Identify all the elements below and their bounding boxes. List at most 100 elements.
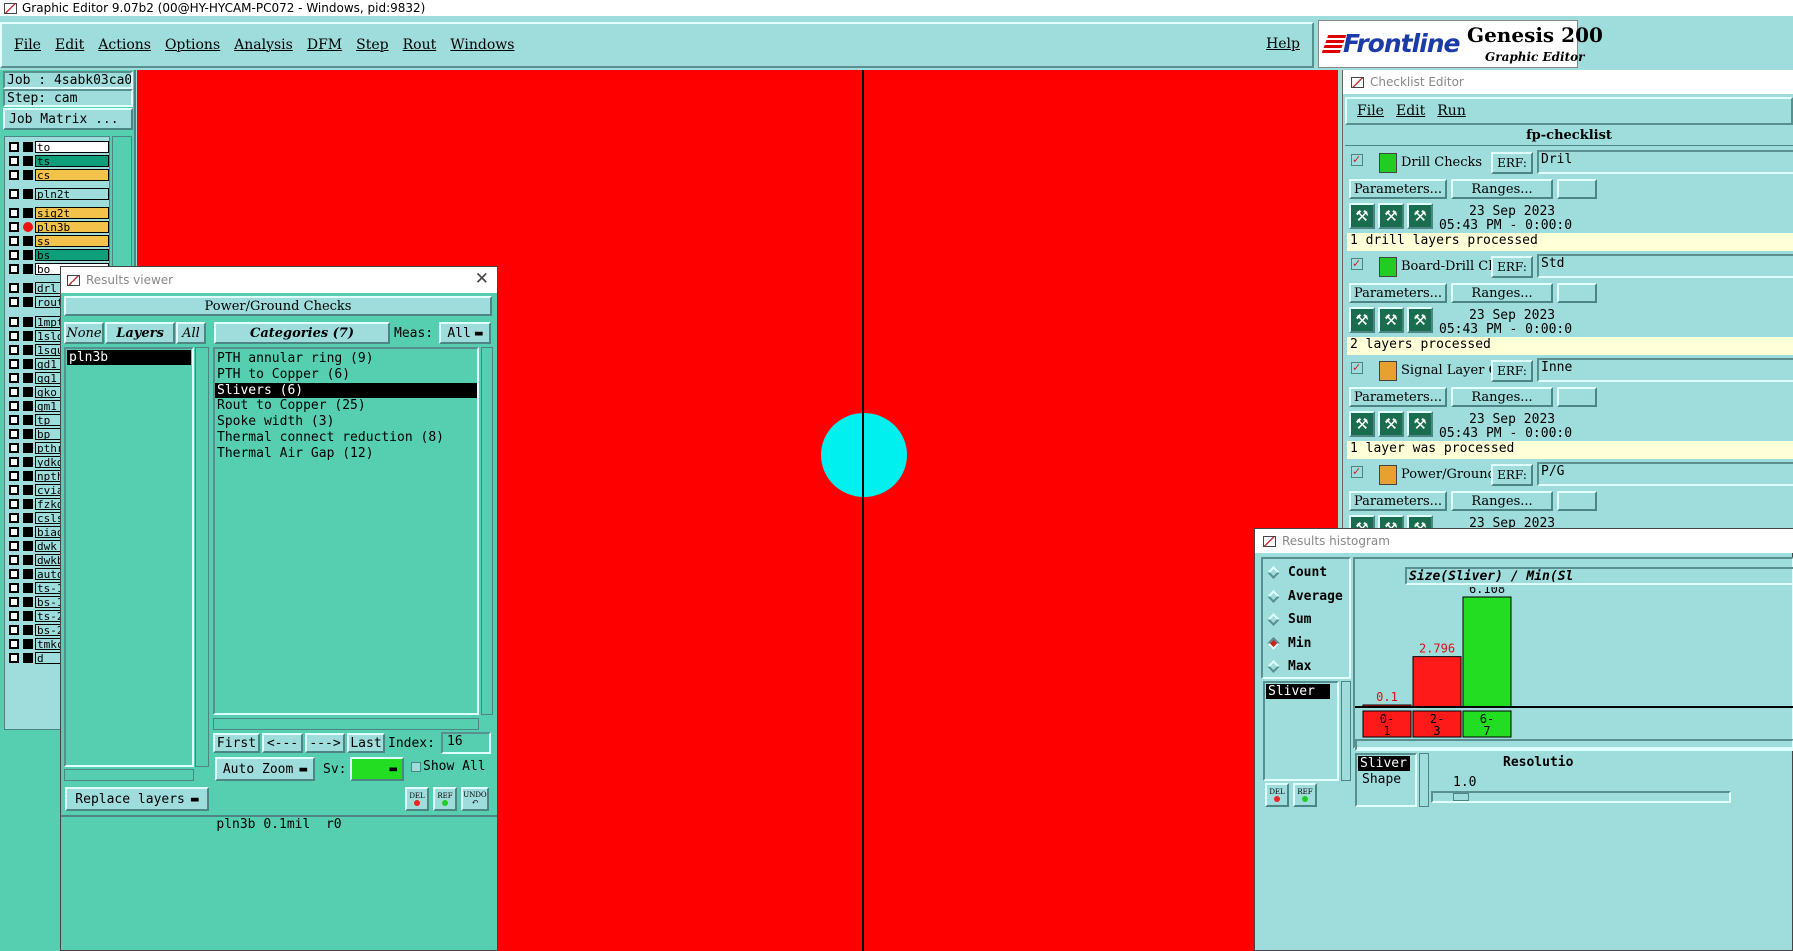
ranges-button[interactable]: Ranges... [1451, 387, 1553, 407]
replace-layers-dropdown[interactable]: Replace layers ▬ [65, 787, 209, 811]
category-item[interactable]: Slivers (6) [215, 382, 477, 399]
category-item[interactable]: Rout to Copper (25) [215, 398, 477, 414]
menu-windows[interactable]: Windows [450, 37, 514, 53]
run-action-icon[interactable]: ⚒ [1349, 203, 1375, 229]
layers-none-button[interactable]: None [64, 322, 104, 344]
stat-option-min[interactable]: Min [1267, 636, 1311, 651]
check-extra-button[interactable] [1557, 179, 1597, 199]
layer-checkbox[interactable] [9, 568, 19, 579]
menu-options[interactable]: Options [165, 37, 220, 53]
category-item[interactable]: Thermal Air Gap (12) [215, 446, 477, 462]
stat-option-count[interactable]: Count [1267, 565, 1327, 580]
resolution-slider[interactable] [1431, 791, 1731, 803]
sliver-shape-list[interactable]: Sliver Shape [1355, 753, 1417, 807]
run-action-icon[interactable]: ⚒ [1378, 411, 1404, 437]
checklist-menu-edit[interactable]: Edit [1396, 103, 1425, 119]
histogram-list-scrollbar[interactable] [1341, 681, 1351, 781]
check-enabled-checkbox[interactable]: ✓ [1351, 154, 1363, 166]
menu-help[interactable]: Help [1266, 36, 1300, 52]
layer-checkbox[interactable] [9, 526, 19, 537]
categories-hscroll[interactable] [213, 718, 479, 730]
layer-checkbox[interactable] [9, 221, 19, 232]
checklist-menu-run[interactable]: Run [1437, 103, 1466, 119]
layer-checkbox[interactable] [9, 141, 19, 152]
layer-checkbox[interactable] [9, 456, 19, 467]
radio-diamond-icon[interactable] [1267, 613, 1280, 626]
layers-listbox[interactable]: pln3b [64, 347, 194, 767]
parameters-button[interactable]: Parameters... [1349, 283, 1447, 303]
run-action-icon[interactable]: ⚒ [1407, 203, 1433, 229]
layer-checkbox[interactable] [9, 263, 19, 274]
categories-button[interactable]: Categories (7) [214, 322, 390, 344]
stat-option-max[interactable]: Max [1267, 659, 1311, 674]
histogram-list-item[interactable]: Sliver [1266, 684, 1330, 699]
layers-header-button[interactable]: Layers [105, 322, 175, 344]
menu-analysis[interactable]: Analysis [234, 37, 293, 53]
layer-checkbox[interactable] [9, 282, 19, 293]
layer-checkbox[interactable] [9, 428, 19, 439]
layers-hscroll[interactable] [64, 769, 194, 781]
layers-scrollbar[interactable] [195, 347, 209, 767]
ranges-button[interactable]: Ranges... [1451, 283, 1553, 303]
layer-checkbox[interactable] [9, 498, 19, 509]
layer-checkbox[interactable] [9, 344, 19, 355]
layer-row[interactable]: ts [7, 154, 109, 167]
layer-checkbox[interactable] [9, 400, 19, 411]
layer-row[interactable]: cs [7, 168, 109, 181]
check-extra-button[interactable] [1557, 491, 1597, 511]
menu-step[interactable]: Step [356, 37, 388, 53]
checklist-menu-file[interactable]: File [1357, 103, 1384, 119]
layer-row[interactable]: sig2t [7, 206, 109, 219]
first-button[interactable]: First [213, 733, 260, 753]
run-action-icon[interactable]: ⚒ [1378, 203, 1404, 229]
del-button[interactable]: DEL [405, 787, 429, 811]
radio-diamond-icon[interactable] [1267, 589, 1280, 603]
sliver-item[interactable]: Sliver [1358, 756, 1410, 771]
category-item[interactable]: Spoke width (3) [215, 414, 477, 430]
erf-value-field[interactable]: Inne [1537, 358, 1793, 382]
layer-checkbox[interactable] [9, 330, 19, 341]
last-button[interactable]: Last [347, 733, 385, 753]
check-name[interactable]: Drill Checks [1401, 155, 1491, 170]
pad-circle[interactable] [821, 413, 907, 497]
run-action-icon[interactable]: ⚒ [1349, 307, 1375, 333]
layer-checkbox[interactable] [9, 414, 19, 425]
index-input[interactable]: 16 [441, 732, 491, 754]
layer-checkbox[interactable] [9, 512, 19, 523]
show-all-checkbox[interactable] [411, 762, 421, 772]
layer-checkbox[interactable] [9, 207, 19, 218]
layer-checkbox[interactable] [9, 296, 19, 307]
layer-checkbox[interactable] [9, 554, 19, 565]
layer-checkbox[interactable] [9, 540, 19, 551]
parameters-button[interactable]: Parameters... [1349, 387, 1447, 407]
histogram-bar[interactable] [1462, 596, 1512, 708]
layer-row[interactable]: bs [7, 248, 109, 261]
erf-value-field[interactable]: P/G [1537, 462, 1793, 486]
check-name[interactable]: Signal Layer Ch [1401, 363, 1491, 378]
category-item[interactable]: Thermal connect reduction (8) [215, 430, 477, 446]
radio-diamond-icon[interactable] [1267, 660, 1280, 673]
layer-checkbox[interactable] [9, 652, 19, 663]
hist-del-button[interactable]: DEL [1265, 783, 1289, 807]
categories-listbox[interactable]: PTH annular ring (9) PTH to Copper (6) Sli… [213, 347, 479, 715]
category-item[interactable]: PTH to Copper (6) [215, 367, 477, 383]
menu-rout[interactable]: Rout [403, 37, 437, 53]
layer-row[interactable]: pln2t [7, 187, 109, 200]
slider-thumb[interactable] [1453, 793, 1469, 801]
undo-button[interactable]: UNDO ↶ [461, 787, 489, 811]
erf-value-field[interactable]: Std [1537, 254, 1793, 278]
layer-checkbox[interactable] [9, 169, 19, 180]
layer-checkbox[interactable] [9, 188, 19, 199]
layer-checkbox[interactable] [9, 386, 19, 397]
check-enabled-checkbox[interactable]: ✓ [1351, 362, 1363, 374]
radio-diamond-icon[interactable] [1267, 636, 1280, 650]
radio-diamond-icon[interactable] [1267, 566, 1280, 579]
categories-scrollbar[interactable] [481, 347, 493, 715]
run-action-icon[interactable]: ⚒ [1407, 307, 1433, 333]
check-name[interactable]: Power/Ground C [1401, 467, 1491, 482]
layer-checkbox[interactable] [9, 484, 19, 495]
layer-checkbox[interactable] [9, 155, 19, 166]
menu-edit[interactable]: Edit [55, 37, 84, 53]
layer-row[interactable]: ss [7, 234, 109, 247]
job-matrix-button[interactable]: Job Matrix ... [3, 108, 133, 130]
